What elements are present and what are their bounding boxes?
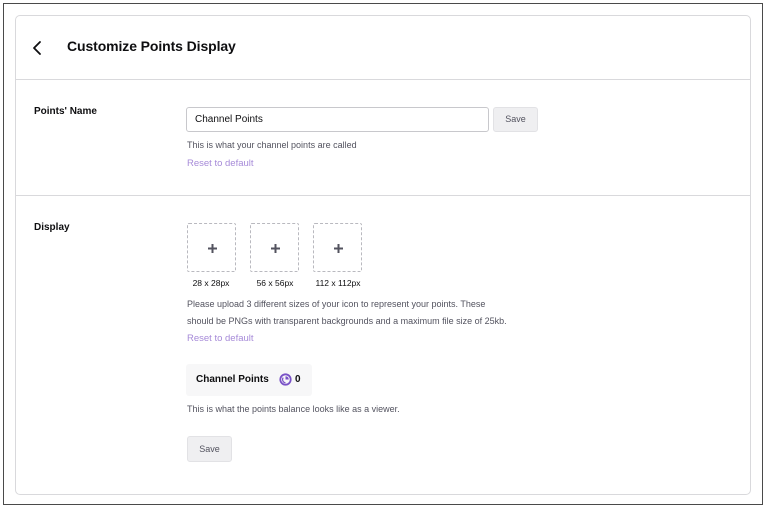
- points-balance-preview: Channel Points 0: [186, 364, 312, 396]
- balance-preview-label: Channel Points: [196, 374, 269, 385]
- back-button[interactable]: [26, 36, 48, 60]
- balance-preview-value: 0: [295, 374, 301, 385]
- settings-card: Customize Points Display Points' Name Sa…: [15, 15, 751, 495]
- points-name-label: Points' Name: [34, 106, 97, 117]
- size-label-112: 112 x 112px: [315, 278, 361, 288]
- plus-icon: [334, 244, 343, 253]
- points-name-help: This is what your channel points are cal…: [187, 140, 357, 150]
- size-label-28: 28 x 28px: [192, 278, 230, 288]
- upload-icon-112[interactable]: [313, 223, 362, 272]
- channel-points-icon: [279, 373, 292, 386]
- display-help-line-1: Please upload 3 different sizes of your …: [187, 299, 486, 309]
- upload-icon-56[interactable]: [250, 223, 299, 272]
- section-divider: [16, 195, 750, 196]
- display-save-button[interactable]: Save: [187, 436, 232, 462]
- header-divider: [16, 79, 750, 80]
- page-title: Customize Points Display: [67, 38, 236, 54]
- display-label: Display: [34, 222, 70, 233]
- display-help-line-2: should be PNGs with transparent backgrou…: [187, 316, 507, 326]
- size-label-56: 56 x 56px: [256, 278, 294, 288]
- balance-preview-help: This is what the points balance looks li…: [187, 404, 400, 414]
- plus-icon: [208, 244, 217, 253]
- points-name-input[interactable]: [186, 107, 489, 132]
- upload-icon-28[interactable]: [187, 223, 236, 272]
- display-reset-link[interactable]: Reset to default: [187, 333, 254, 344]
- plus-icon: [271, 244, 280, 253]
- chevron-left-icon: [33, 41, 41, 55]
- points-name-save-button[interactable]: Save: [493, 107, 538, 132]
- page-header: Customize Points Display: [16, 16, 750, 79]
- points-name-reset-link[interactable]: Reset to default: [187, 158, 254, 169]
